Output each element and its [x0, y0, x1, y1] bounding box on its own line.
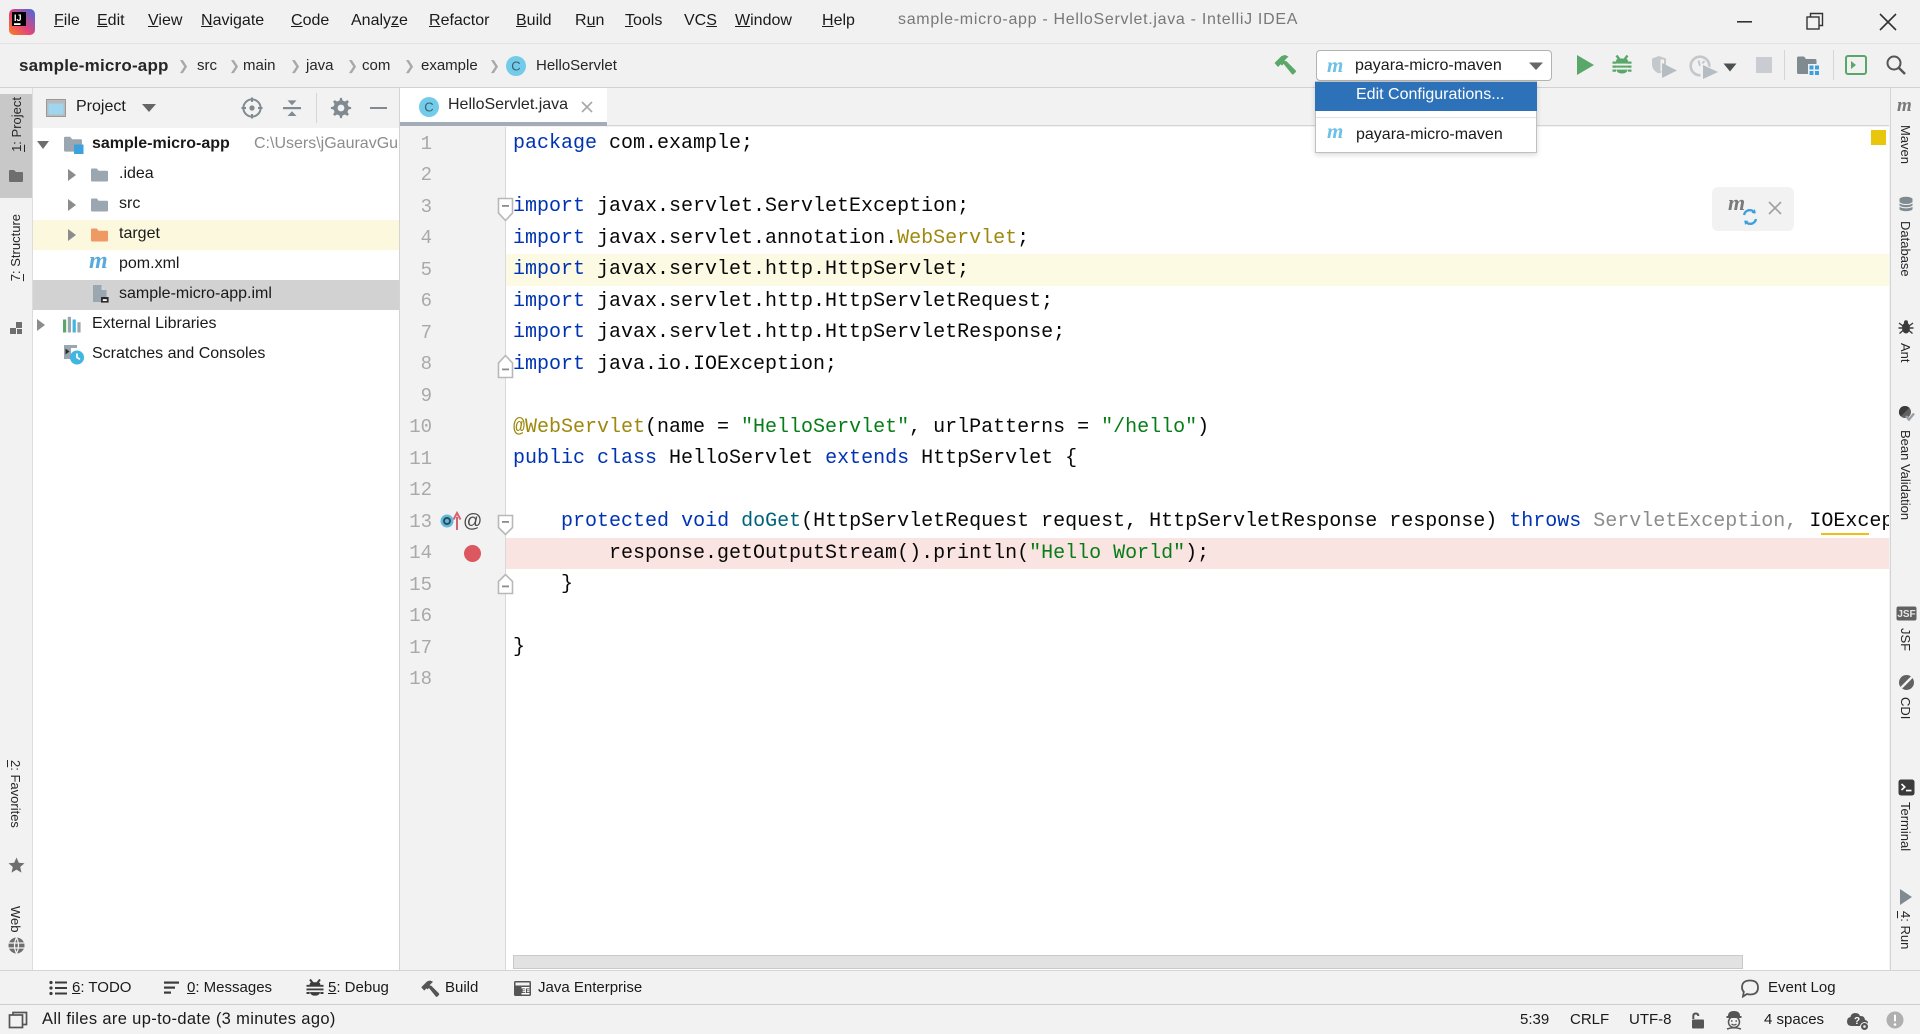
svg-text:IJ: IJ: [14, 13, 22, 23]
svg-text:C: C: [511, 59, 520, 74]
svg-text:EE: EE: [521, 988, 530, 995]
svg-text:C: C: [424, 100, 433, 115]
svg-text:JSF: JSF: [1897, 609, 1915, 620]
svg-text:?: ?: [1854, 1016, 1860, 1027]
